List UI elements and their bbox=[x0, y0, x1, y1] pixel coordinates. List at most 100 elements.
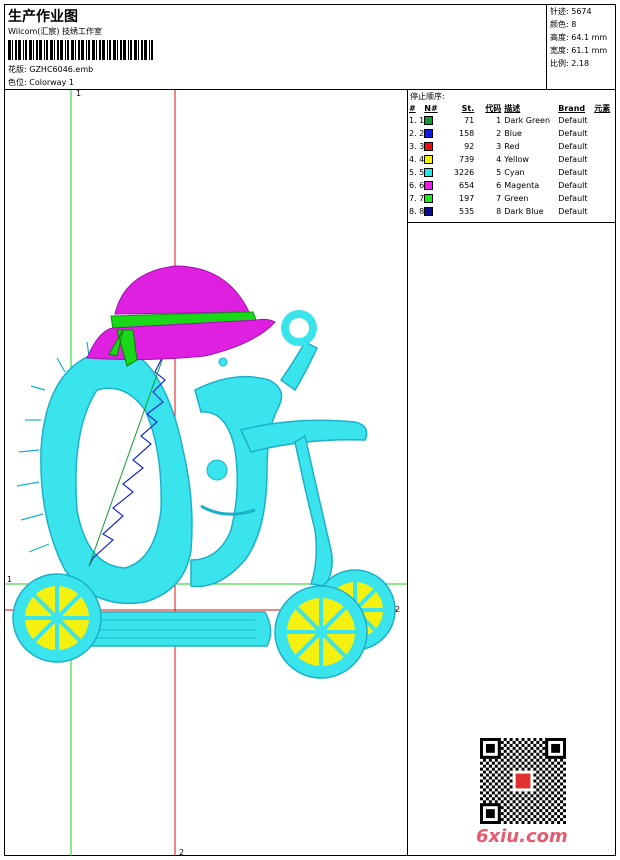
legend-row: 7. 7 197 7 Green Default bbox=[409, 192, 615, 205]
colorway-value: Colorway 1 bbox=[29, 78, 74, 87]
legend-brand: Default bbox=[558, 129, 588, 138]
body-right bbox=[190, 375, 283, 588]
legend-stitches: 535 bbox=[458, 207, 475, 216]
legend-element bbox=[594, 192, 615, 205]
legend-stitches: 739 bbox=[458, 155, 475, 164]
legend-index: 6. 6 bbox=[409, 181, 425, 190]
legend-index: 7. 7 bbox=[409, 194, 425, 203]
legend-swatch bbox=[424, 166, 450, 179]
company-name: Wilcom(汇宸) 技绣工作室 bbox=[8, 27, 103, 36]
legend-swatch bbox=[424, 127, 450, 140]
color-swatch bbox=[424, 207, 434, 216]
wheel-right bbox=[274, 585, 368, 679]
legend-swatch bbox=[424, 179, 450, 192]
guide-label-h2: 2 bbox=[395, 605, 400, 614]
stat-colors: 颜色: 8 bbox=[550, 20, 577, 29]
legend-brand: Default bbox=[558, 181, 588, 190]
pole-right bbox=[294, 434, 333, 587]
legend-code: 3 bbox=[496, 142, 502, 151]
col-element: 元素 bbox=[594, 103, 611, 113]
legend-row: 5. 5 3226 5 Cyan Default bbox=[409, 166, 615, 179]
body-loop-left bbox=[40, 350, 193, 605]
page-title: 生产作业图 bbox=[8, 9, 78, 25]
stat-scale: 比例: 2.18 bbox=[550, 59, 590, 68]
legend-row: 2. 2 158 2 Blue Default bbox=[409, 127, 615, 140]
embroidery-canvas: 1 2 1 2 bbox=[5, 90, 407, 856]
legend-code: 4 bbox=[496, 155, 502, 164]
watermark-logo: 6xiu.com bbox=[476, 826, 568, 847]
colorway-label: 色位: bbox=[8, 78, 27, 87]
legend-code: 2 bbox=[496, 129, 502, 138]
col-needle: N# bbox=[424, 103, 438, 113]
design-label: 花版: bbox=[8, 65, 27, 74]
color-swatch bbox=[424, 155, 434, 164]
col-stitches: St. bbox=[461, 103, 475, 113]
handle-knob bbox=[281, 310, 317, 346]
legend-code: 6 bbox=[496, 181, 502, 190]
legend-code: 8 bbox=[496, 207, 502, 216]
legend-code: 7 bbox=[496, 194, 502, 203]
stat-height: 高度: 64.1 mm bbox=[550, 33, 608, 42]
legend-description: Blue bbox=[504, 129, 522, 138]
legend-row: 1. 1 71 1 Dark Green Default bbox=[409, 114, 615, 127]
legend-swatch bbox=[424, 114, 450, 127]
guide-label-h1: 1 bbox=[7, 575, 12, 584]
color-swatch bbox=[424, 181, 434, 190]
stat-stitches: 针迹: 5674 bbox=[550, 7, 592, 16]
legend-divider bbox=[408, 222, 616, 223]
legend-brand: Default bbox=[558, 194, 588, 203]
legend-index: 1. 1 bbox=[409, 116, 425, 125]
legend-row: 3. 3 92 3 Red Default bbox=[409, 140, 615, 153]
col-brand: Brand bbox=[558, 103, 586, 113]
vertical-divider bbox=[407, 90, 408, 856]
legend-element bbox=[594, 179, 615, 192]
barcode bbox=[8, 40, 153, 60]
color-swatch bbox=[424, 168, 434, 177]
legend-element bbox=[594, 127, 615, 140]
design-stats: 针迹: 5674 颜色: 8 高度: 64.1 mm 宽度: 61.1 mm 比… bbox=[546, 4, 616, 90]
handle-upper bbox=[279, 341, 318, 392]
legend-index: 3. 3 bbox=[409, 142, 425, 151]
eye bbox=[206, 459, 228, 481]
legend-brand: Default bbox=[558, 142, 588, 151]
legend-element bbox=[594, 166, 615, 179]
legend-description: Dark Blue bbox=[504, 207, 544, 216]
legend-description: Magenta bbox=[504, 181, 540, 190]
legend-code: 5 bbox=[496, 168, 502, 177]
legend-swatch bbox=[424, 192, 450, 205]
col-description: 描述 bbox=[504, 103, 521, 113]
legend-element bbox=[594, 140, 615, 153]
legend-swatch bbox=[424, 140, 450, 153]
wheel-left bbox=[12, 573, 102, 663]
legend-stitches: 3226 bbox=[453, 168, 475, 177]
col-code: 代码 bbox=[485, 103, 502, 113]
colorway: 色位: Colorway 1 bbox=[8, 77, 74, 88]
legend-element bbox=[594, 114, 615, 127]
legend-description: Yellow bbox=[504, 155, 529, 164]
legend-description: Green bbox=[504, 194, 529, 203]
legend-description: Cyan bbox=[504, 168, 525, 177]
color-swatch bbox=[424, 116, 434, 125]
legend-code: 1 bbox=[496, 116, 502, 125]
legend-stitches: 92 bbox=[464, 142, 475, 151]
legend-title: 停止顺序: bbox=[410, 92, 445, 101]
legend-row: 6. 6 654 6 Magenta Default bbox=[409, 179, 615, 192]
legend-row: 8. 8 535 8 Dark Blue Default bbox=[409, 205, 615, 218]
legend-index: 4. 4 bbox=[409, 155, 425, 164]
header: 生产作业图 Wilcom(汇宸) 技绣工作室 花版: GZHC6046.emb … bbox=[4, 4, 616, 90]
legend-stitches: 197 bbox=[458, 194, 475, 203]
design-value: GZHC6046.emb bbox=[29, 65, 94, 74]
legend-description: Red bbox=[504, 142, 520, 151]
legend-stitches: 654 bbox=[458, 181, 475, 190]
legend-header-row: # N# St. 代码 描述 Brand 元素 bbox=[409, 102, 615, 114]
color-swatch bbox=[424, 129, 434, 138]
guide-label-v1: 1 bbox=[76, 90, 81, 98]
legend-row: 4. 4 739 4 Yellow Default bbox=[409, 153, 615, 166]
legend-swatch bbox=[424, 205, 450, 218]
guide-label-v2: 2 bbox=[179, 848, 184, 856]
nose-dot bbox=[218, 357, 228, 367]
legend-index: 2. 2 bbox=[409, 129, 425, 138]
legend-element bbox=[594, 205, 615, 218]
hat-crown bbox=[114, 265, 250, 315]
legend-index: 5. 5 bbox=[409, 168, 425, 177]
